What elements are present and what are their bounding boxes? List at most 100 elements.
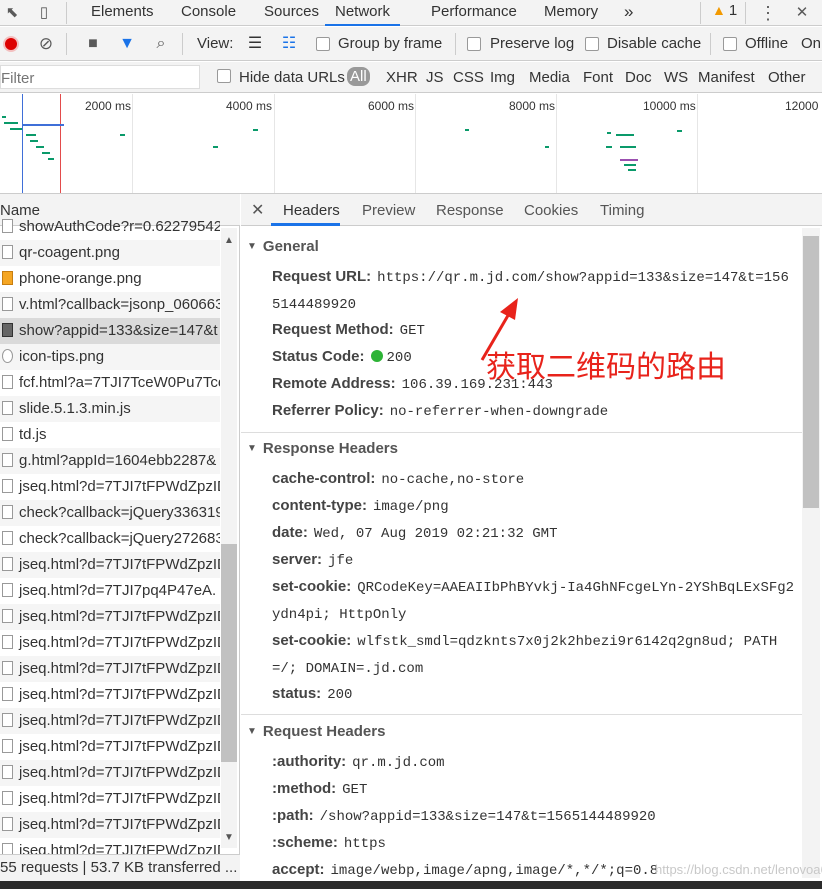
- request-headers-section-toggle[interactable]: ▼ Request Headers: [247, 723, 385, 740]
- request-row[interactable]: qr-coagent.png: [0, 240, 220, 266]
- preserve-log-checkbox[interactable]: [467, 37, 481, 51]
- request-row[interactable]: fcf.html?a=7TJI7TceW0Pu7Tce.: [0, 370, 220, 396]
- file-icon: [2, 297, 13, 311]
- request-row[interactable]: jseq.html?d=7TJI7pq4P47eA.: [0, 578, 220, 604]
- capture-screenshots-icon[interactable]: ■: [83, 34, 103, 54]
- request-row[interactable]: jseq.html?d=7TJI7tFPWdZpzID: [0, 812, 220, 838]
- request-row[interactable]: jseq.html?d=7TJI7tFPWdZpzID: [0, 734, 220, 760]
- header-key: :path:: [272, 807, 314, 824]
- request-name: phone-orange.png: [19, 270, 142, 287]
- file-icon: [2, 453, 13, 467]
- file-icon: [2, 791, 13, 805]
- tab-performance[interactable]: Performance: [431, 0, 517, 26]
- hide-data-urls-label[interactable]: Hide data URLs: [239, 69, 345, 86]
- preserve-log-label[interactable]: Preserve log: [490, 35, 574, 52]
- tab-headers[interactable]: Headers: [283, 202, 340, 219]
- tab-network[interactable]: Network: [325, 0, 401, 26]
- header-value: https: [343, 836, 386, 852]
- section-title: Response Headers: [262, 440, 398, 457]
- filter-type-doc[interactable]: Doc: [625, 69, 652, 86]
- network-toolbar: ⊘ ■ ▼ ⌕ View: ☰ ☷ Group by frame Preserv…: [0, 27, 822, 61]
- overview-bar: [36, 146, 44, 148]
- request-row[interactable]: jseq.html?d=7TJI7tFPWdZpzID: [0, 604, 220, 630]
- request-list-scrollbar-thumb[interactable]: [221, 544, 237, 762]
- header-value: 200: [327, 687, 353, 703]
- overview-bar: [120, 134, 125, 136]
- filter-type-xhr[interactable]: XHR: [386, 69, 418, 86]
- file-icon: [2, 427, 13, 441]
- response-headers-section-toggle[interactable]: ▼ Response Headers: [247, 440, 398, 457]
- overview-bar: [30, 140, 38, 142]
- filter-type-all[interactable]: All: [347, 67, 370, 86]
- close-details-icon[interactable]: ✕: [251, 200, 264, 220]
- tab-memory[interactable]: Memory: [544, 0, 598, 26]
- search-icon[interactable]: ⌕: [151, 34, 171, 54]
- warnings-counter[interactable]: ▲ 1: [712, 2, 737, 19]
- request-row[interactable]: check?callback=jQuery336319: [0, 500, 220, 526]
- kebab-menu-icon[interactable]: ⋮: [758, 3, 778, 23]
- request-row[interactable]: g.html?appId=1604ebb2287&: [0, 448, 220, 474]
- request-row[interactable]: jseq.html?d=7TJI7tFPWdZpzID: [0, 630, 220, 656]
- tab-console[interactable]: Console: [181, 0, 236, 26]
- request-row[interactable]: jseq.html?d=7TJI7tFPWdZpzID: [0, 708, 220, 734]
- overview-bar: [628, 169, 636, 171]
- header-value: qr.m.jd.com: [352, 755, 445, 771]
- filter-input[interactable]: [0, 65, 200, 89]
- large-rows-icon[interactable]: ☰: [245, 34, 265, 54]
- request-row[interactable]: jseq.html?d=7TJI7tFPWdZpzID: [0, 656, 220, 682]
- network-overview[interactable]: 2000 ms 4000 ms 6000 ms 8000 ms 10000 ms…: [0, 94, 822, 194]
- general-section-toggle[interactable]: ▼ General: [247, 238, 319, 255]
- request-row[interactable]: show?appid=133&size=147&t: [0, 318, 220, 344]
- group-by-frame-label[interactable]: Group by frame: [338, 35, 442, 52]
- online-throttle-select[interactable]: On: [801, 35, 821, 52]
- request-row[interactable]: td.js: [0, 422, 220, 448]
- filter-icon[interactable]: ▼: [117, 34, 137, 54]
- offline-label[interactable]: Offline: [745, 35, 788, 52]
- scroll-down-arrow-icon[interactable]: ▼: [224, 832, 234, 843]
- request-row[interactable]: slide.5.1.3.min.js: [0, 396, 220, 422]
- request-row[interactable]: jseq.html?d=7TJI7tFPWdZpzID: [0, 760, 220, 786]
- filter-type-font[interactable]: Font: [583, 69, 613, 86]
- close-icon[interactable]: ✕: [792, 3, 812, 23]
- group-by-frame-checkbox[interactable]: [316, 37, 330, 51]
- filter-type-media[interactable]: Media: [529, 69, 570, 86]
- more-tabs-icon[interactable]: »: [624, 0, 633, 26]
- request-name: check?callback=jQuery272683: [19, 530, 220, 547]
- request-row[interactable]: showAuthCode?r=0.62279542: [0, 214, 220, 240]
- filter-type-manifest[interactable]: Manifest: [698, 69, 755, 86]
- filter-type-other[interactable]: Other: [768, 69, 806, 86]
- request-row[interactable]: jseq.html?d=7TJI7tFPWdZpzID: [0, 474, 220, 500]
- disable-cache-label[interactable]: Disable cache: [607, 35, 701, 52]
- request-row[interactable]: jseq.html?d=7TJI7tFPWdZpzID: [0, 552, 220, 578]
- request-row[interactable]: icon-tips.png: [0, 344, 220, 370]
- request-url-row: Request URL: https://qr.m.jd.com/show?app…: [272, 264, 797, 318]
- tab-timing[interactable]: Timing: [600, 202, 644, 219]
- tab-elements[interactable]: Elements: [91, 0, 154, 26]
- request-row[interactable]: jseq.html?d=7TJI7tFPWdZpzID: [0, 786, 220, 812]
- tab-preview[interactable]: Preview: [362, 202, 415, 219]
- tab-sources[interactable]: Sources: [264, 0, 319, 26]
- filter-type-js[interactable]: JS: [426, 69, 444, 86]
- record-button[interactable]: [3, 36, 19, 52]
- device-toolbar-icon[interactable]: ▯: [34, 3, 54, 23]
- inspect-element-icon[interactable]: ⬉: [2, 3, 22, 23]
- filter-type-css[interactable]: CSS: [453, 69, 484, 86]
- disable-cache-checkbox[interactable]: [585, 37, 599, 51]
- request-row[interactable]: jseq.html?d=7TJI7tFPWdZpzID: [0, 682, 220, 708]
- file-icon: [2, 583, 13, 597]
- request-row[interactable]: v.html?callback=jsonp_060663: [0, 292, 220, 318]
- tab-cookies[interactable]: Cookies: [524, 202, 578, 219]
- hide-data-urls-checkbox[interactable]: [217, 69, 231, 83]
- offline-checkbox[interactable]: [723, 37, 737, 51]
- filter-type-img[interactable]: Img: [490, 69, 515, 86]
- request-row[interactable]: phone-orange.png: [0, 266, 220, 292]
- section-divider: [241, 714, 802, 715]
- filter-type-ws[interactable]: WS: [664, 69, 688, 86]
- request-row[interactable]: check?callback=jQuery272683: [0, 526, 220, 552]
- clear-icon[interactable]: ⊘: [36, 34, 56, 54]
- waterfall-icon[interactable]: ☷: [279, 34, 299, 54]
- tab-response[interactable]: Response: [436, 202, 504, 219]
- overview-bar: [42, 152, 50, 154]
- scroll-up-arrow-icon[interactable]: ▲: [224, 235, 234, 246]
- details-scrollbar-thumb[interactable]: [803, 236, 819, 508]
